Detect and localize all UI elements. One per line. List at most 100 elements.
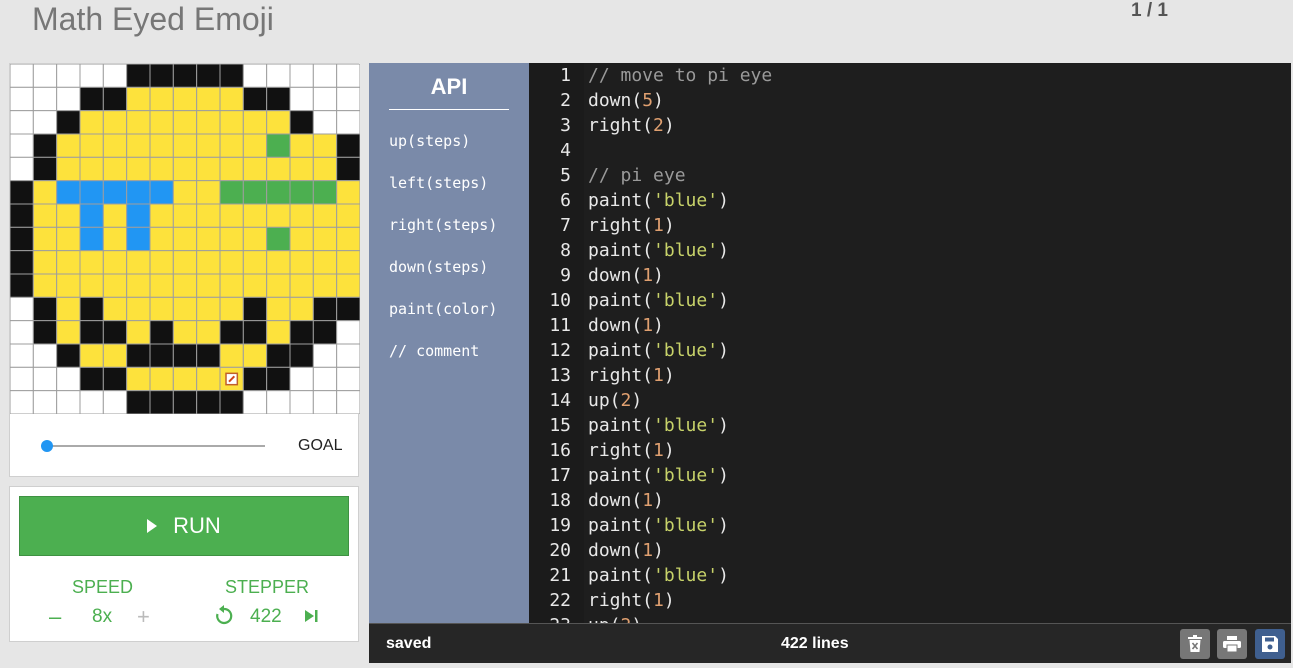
- code-line[interactable]: down(5): [588, 88, 664, 113]
- grid-cell: [336, 226, 360, 252]
- line-number: 8: [560, 240, 571, 261]
- api-title: API: [430, 74, 468, 99]
- code-line[interactable]: paint('blue'): [588, 238, 729, 263]
- grid-cell: [32, 110, 58, 135]
- goal-label[interactable]: GOAL: [298, 437, 342, 455]
- grid-cell: [266, 64, 291, 88]
- code-line[interactable]: paint('blue'): [588, 413, 729, 438]
- grid-cell: [56, 343, 81, 368]
- grid-cell: [312, 320, 338, 345]
- grid-cell: [196, 86, 221, 112]
- grid-cell: [289, 343, 314, 368]
- grid-cell: [10, 343, 34, 368]
- grid-cell: [289, 320, 314, 345]
- grid-cell: [126, 133, 151, 158]
- progress-slider-track[interactable]: [47, 445, 265, 447]
- stepper-label: STEPPER: [225, 577, 310, 597]
- code-line[interactable]: down(1): [588, 488, 664, 513]
- grid-cell: [56, 64, 81, 88]
- delete-button[interactable]: [1180, 629, 1210, 659]
- grid-cell: [242, 343, 268, 368]
- save-button[interactable]: [1255, 629, 1285, 659]
- code-line[interactable]: right(2): [588, 113, 675, 138]
- grid-cell: [266, 366, 291, 392]
- code-line[interactable]: down(1): [588, 313, 664, 338]
- play-icon: [147, 519, 158, 533]
- grid-cell: [102, 180, 128, 205]
- grid-cell: [266, 250, 291, 275]
- api-item-right[interactable]: right(steps): [389, 216, 497, 234]
- code-line[interactable]: right(1): [588, 363, 675, 388]
- code-line[interactable]: right(1): [588, 588, 675, 613]
- grid-cell: [102, 390, 128, 414]
- grid-cell: [219, 156, 244, 182]
- grid-cell: [172, 343, 198, 368]
- grid-cell: [126, 156, 151, 182]
- api-item-up[interactable]: up(steps): [389, 132, 470, 150]
- grid-cell: [126, 64, 151, 88]
- api-item-comment[interactable]: // comment: [389, 342, 479, 360]
- grid-cell: [102, 226, 128, 252]
- grid-cell: [172, 86, 198, 112]
- grid-cell: [10, 156, 34, 182]
- reset-icon[interactable]: [213, 605, 235, 627]
- grid-cell: [242, 273, 268, 298]
- grid-cell: [289, 203, 314, 228]
- grid-cell: [172, 203, 198, 228]
- code-line[interactable]: // pi eye: [588, 163, 686, 188]
- api-item-left[interactable]: left(steps): [389, 174, 488, 192]
- code-line[interactable]: paint('blue'): [588, 513, 729, 538]
- grid-cell: [56, 390, 81, 414]
- saved-status: saved: [386, 635, 432, 652]
- grid-cell: [79, 180, 104, 205]
- grid-cell: [172, 273, 198, 298]
- print-icon: [1223, 636, 1241, 652]
- grid-cell: [219, 343, 244, 368]
- code-line[interactable]: up(2): [588, 613, 642, 623]
- grid-cell: [32, 64, 58, 88]
- run-button[interactable]: RUN: [19, 496, 349, 556]
- grid-cell: [10, 64, 34, 88]
- grid-cell: [56, 226, 81, 252]
- grid-cell: [312, 180, 338, 205]
- grid-cell: [242, 133, 268, 158]
- code-editor[interactable]: 1 // move to pi eye 2 down(5) 3 right(2) 4 5 // …: [529, 63, 1291, 623]
- grid-cell: [196, 320, 221, 345]
- grid-cell: [289, 110, 314, 135]
- grid-cell: [126, 86, 151, 112]
- grid-cell: [289, 180, 314, 205]
- grid-cell: [126, 250, 151, 275]
- grid-cell: [32, 203, 58, 228]
- grid-cell: [126, 226, 151, 252]
- code-line[interactable]: paint('blue'): [588, 338, 729, 363]
- line-number: 17: [549, 465, 571, 486]
- grid-cell: [79, 203, 104, 228]
- code-line[interactable]: right(1): [588, 438, 675, 463]
- step-forward-icon[interactable]: [303, 608, 319, 624]
- grid-cell: [242, 180, 268, 205]
- grid-cell: [79, 133, 104, 158]
- code-line[interactable]: // move to pi eye: [588, 63, 772, 88]
- speed-increase-button[interactable]: +: [137, 606, 150, 628]
- code-line[interactable]: right(1): [588, 213, 675, 238]
- grid-cell: [266, 156, 291, 182]
- page-counter: 1 / 1: [1131, 0, 1168, 21]
- pixel-grid[interactable]: [10, 64, 360, 414]
- grid-cell: [336, 250, 360, 275]
- grid-cell: [336, 156, 360, 182]
- api-item-paint[interactable]: paint(color): [389, 300, 497, 318]
- grid-cell: [266, 226, 291, 252]
- speed-decrease-button[interactable]: –: [49, 606, 61, 628]
- api-item-down[interactable]: down(steps): [389, 258, 488, 276]
- code-line[interactable]: paint('blue'): [588, 463, 729, 488]
- code-line[interactable]: down(1): [588, 538, 664, 563]
- grid-cell: [56, 133, 81, 158]
- progress-slider-thumb[interactable]: [41, 440, 53, 452]
- grid-cell: [336, 64, 360, 88]
- code-line[interactable]: up(2): [588, 388, 642, 413]
- code-line[interactable]: paint('blue'): [588, 288, 729, 313]
- code-line[interactable]: paint('blue'): [588, 188, 729, 213]
- print-button[interactable]: [1217, 629, 1247, 659]
- code-line[interactable]: paint('blue'): [588, 563, 729, 588]
- code-line[interactable]: down(1): [588, 263, 664, 288]
